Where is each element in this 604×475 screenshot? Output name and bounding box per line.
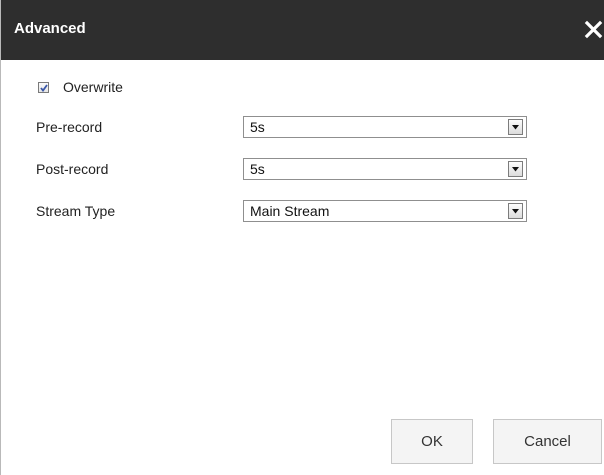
close-icon[interactable] <box>584 17 604 43</box>
post-record-label: Post-record <box>36 161 109 177</box>
post-record-value: 5s <box>250 161 265 177</box>
advanced-dialog: Advanced Overwrite Pre-record 5s Post-re… <box>0 0 604 475</box>
dialog-title: Advanced <box>14 20 86 37</box>
stream-type-value: Main Stream <box>250 203 330 219</box>
post-record-dropdown-button[interactable] <box>508 161 523 177</box>
stream-type-dropdown-button[interactable] <box>508 203 523 219</box>
pre-record-label: Pre-record <box>36 119 103 135</box>
overwrite-checkbox[interactable] <box>38 81 49 93</box>
pre-record-dropdown-button[interactable] <box>508 119 523 135</box>
post-record-select[interactable]: 5s <box>243 158 527 180</box>
pre-record-value: 5s <box>250 119 265 135</box>
overwrite-row: Overwrite <box>38 78 123 96</box>
pre-record-select[interactable]: 5s <box>243 116 527 138</box>
dialog-titlebar: Advanced <box>1 0 604 60</box>
stream-type-label: Stream Type <box>36 203 116 219</box>
stream-type-select[interactable]: Main Stream <box>243 200 527 222</box>
overwrite-label: Overwrite <box>63 79 123 95</box>
ok-button[interactable]: OK <box>391 419 473 464</box>
cancel-button[interactable]: Cancel <box>493 419 602 464</box>
